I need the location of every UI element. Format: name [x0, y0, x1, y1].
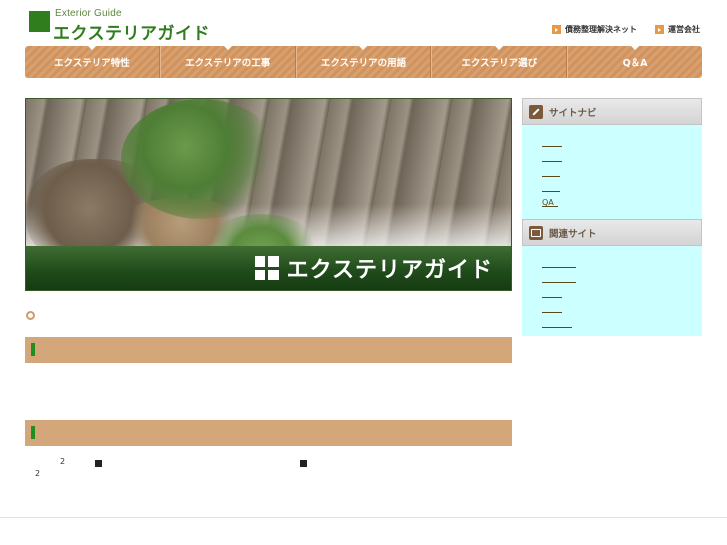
header-link-debt[interactable]: 債務整理解決ネット	[552, 24, 637, 35]
site-logo[interactable]: Exterior Guide エクステリアガイド	[27, 8, 227, 44]
footer-divider	[0, 517, 727, 518]
nav-item-characteristics[interactable]: エクステリア特性	[25, 46, 160, 78]
hero-window-mark-icon	[254, 256, 279, 280]
arrow-right-icon	[655, 25, 664, 34]
header-link-company-label: 運営会社	[668, 25, 700, 34]
sidebar-related-header: 関連サイト	[522, 219, 702, 246]
related-site-link[interactable]	[542, 301, 702, 316]
hero-title: エクステリアガイド	[286, 258, 493, 283]
related-site-link[interactable]	[542, 271, 702, 286]
superscript-text: 2	[60, 457, 66, 466]
logo-mark-icon	[29, 11, 50, 32]
nav-item-qa[interactable]: Q＆A	[567, 46, 702, 78]
logo-japanese-text: エクステリアガイド	[53, 24, 210, 44]
header-links: 債務整理解決ネット 運営会社	[552, 24, 700, 35]
hero-banner: エクステリアガイド	[25, 98, 512, 291]
heading-marker-icon	[31, 343, 35, 356]
sidebar-nav-link[interactable]	[542, 165, 702, 180]
header-link-debt-label: 債務整理解決ネット	[565, 25, 637, 34]
section-heading-bar	[25, 337, 512, 363]
sidebar-nav-list: QA	[522, 125, 702, 219]
related-site-link[interactable]	[542, 316, 702, 331]
nav-item-glossary[interactable]: エクステリアの用語	[295, 46, 432, 78]
nav-item-selection[interactable]: エクステリア選び	[431, 46, 568, 78]
square-bullet-icon	[300, 460, 307, 467]
sidebar: サイトナビ QA 関連サイト	[522, 98, 702, 336]
pencil-icon	[529, 104, 543, 119]
related-site-link[interactable]	[542, 286, 702, 301]
hero-plant-shape	[121, 99, 281, 219]
related-site-link[interactable]	[542, 256, 702, 271]
hero-title-band: エクステリアガイド	[26, 246, 511, 290]
header-link-company[interactable]: 運営会社	[655, 24, 700, 35]
logo-english-text: Exterior Guide	[55, 8, 122, 19]
sidebar-nav-link[interactable]	[542, 180, 702, 195]
sidebar-nav-header: サイトナビ	[522, 98, 702, 125]
sidebar-nav-link[interactable]	[542, 150, 702, 165]
section-heading-bar	[25, 420, 512, 446]
sidebar-related-title: 関連サイト	[549, 228, 597, 240]
heading-marker-icon	[31, 426, 35, 439]
sidebar-nav-link[interactable]	[542, 135, 702, 150]
sidebar-related-list	[522, 246, 702, 336]
nav-item-construction[interactable]: エクステリアの工事	[159, 46, 296, 78]
square-bullet-icon	[95, 460, 102, 467]
sidebar-nav-title: サイトナビ	[549, 107, 597, 119]
global-nav: エクステリア特性 エクステリアの工事 エクステリアの用語 エクステリア選び Q＆…	[25, 46, 702, 78]
arrow-right-icon	[552, 25, 561, 34]
sidebar-nav-link-qa[interactable]: QA	[542, 195, 702, 210]
ring-bullet-icon	[26, 311, 35, 320]
folder-icon	[529, 225, 543, 240]
superscript-text: 2	[35, 469, 41, 478]
